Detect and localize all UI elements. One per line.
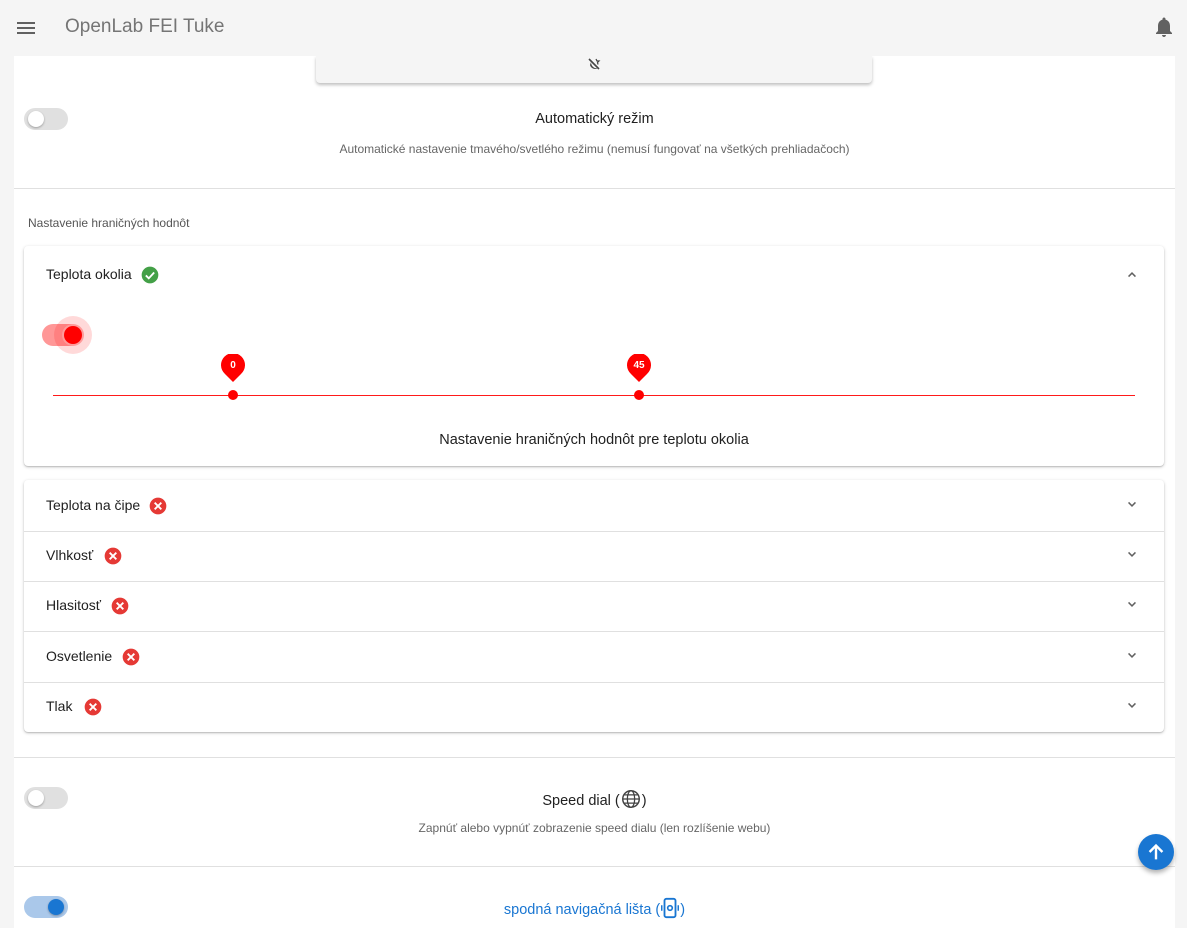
settings-panel: Automatický režim Automatické nastavenie… [14, 56, 1175, 928]
speed-dial-title: Speed dial () [14, 788, 1175, 810]
slider-caption: Nastavenie hraničných hodnôt pre teplotu… [439, 432, 749, 448]
error-circle-icon [104, 547, 122, 565]
chevron-down-icon[interactable] [1123, 647, 1141, 665]
slider-value-pin-high: 45 [627, 353, 651, 382]
globe-icon [621, 790, 640, 808]
section-label-thresholds: Nastavenie hraničných hodnôt [28, 216, 190, 230]
chevron-down-icon[interactable] [1123, 596, 1141, 614]
threshold-slider-track[interactable] [53, 395, 1135, 396]
error-circle-icon [122, 648, 140, 666]
app-title: OpenLab FEI Tuke [65, 16, 225, 37]
divider [14, 757, 1175, 758]
accordion-vlhkost[interactable]: Vlhkosť [24, 530, 1164, 580]
accordion-osvetlenie[interactable]: Osvetlenie [24, 631, 1164, 681]
bottom-nav-title[interactable]: spodná navigačná lišta () [14, 897, 1175, 919]
slider-thumb-low[interactable] [228, 390, 238, 400]
arrow-up-icon [1148, 843, 1164, 860]
notifications-bell-icon[interactable] [1152, 15, 1176, 39]
auto-mode-description: Automatické nastavenie tmavého/svetlého … [339, 142, 850, 156]
chevron-down-icon[interactable] [1123, 546, 1141, 564]
theme-toggle-button[interactable] [316, 56, 872, 83]
divider [14, 188, 1175, 189]
error-circle-icon [111, 597, 129, 615]
bottom-nav-title-text: spodná navigačná lišta ( [503, 902, 661, 918]
check-circle-icon [141, 266, 159, 284]
accordion-label: Hlasitosť [46, 597, 102, 613]
error-circle-icon [149, 497, 167, 515]
accordion-teplota-okolia: Teplota okolia 0 45 Nastavenie hraničnýc… [24, 246, 1164, 466]
chevron-down-icon[interactable] [1123, 697, 1141, 715]
error-circle-icon [84, 698, 102, 716]
accordion-label: Teplota okolia [46, 266, 132, 282]
accordion-label: Osvetlenie [46, 648, 113, 664]
accordion-label: Vlhkosť [46, 547, 94, 563]
slider-value-low: 0 [230, 360, 236, 371]
accordion-label: Teplota na čipe [46, 497, 141, 513]
auto-mode-title: Automatický režim [535, 111, 654, 127]
slider-value-pin-low: 0 [221, 353, 245, 382]
accordion-tlak[interactable]: Tlak [24, 681, 1164, 731]
accordion-hlasitost[interactable]: Hlasitosť [24, 580, 1164, 630]
temperature-enable-toggle[interactable] [42, 316, 96, 354]
accordion-label: Tlak [46, 698, 73, 714]
accordion-teplota-na-cipe[interactable]: Teplota na čipe [24, 480, 1164, 530]
slider-value-high: 45 [633, 360, 645, 371]
divider [14, 866, 1175, 867]
chevron-down-icon[interactable] [1123, 496, 1141, 514]
chevron-up-icon[interactable] [1123, 265, 1141, 283]
speed-dial-title-end: ) [641, 793, 647, 809]
speed-dial-description: Zapnúť alebo vypnúť zobrazenie speed dia… [418, 821, 771, 835]
slider-thumb-high[interactable] [634, 390, 644, 400]
dark-mode-off-icon [588, 58, 601, 70]
accordion-header[interactable]: Teplota okolia [24, 249, 1164, 299]
phone-settings-icon [661, 897, 680, 919]
speed-dial-title-text: Speed dial ( [542, 793, 620, 809]
bottom-nav-title-end: ) [680, 902, 686, 918]
accordion-list: Teplota na čipe Vlhkosť Hlasitosť Osvetl… [24, 480, 1164, 732]
scroll-to-top-button[interactable] [1138, 834, 1174, 870]
app-bar: OpenLab FEI Tuke [0, 0, 1187, 56]
menu-icon[interactable] [14, 16, 38, 40]
